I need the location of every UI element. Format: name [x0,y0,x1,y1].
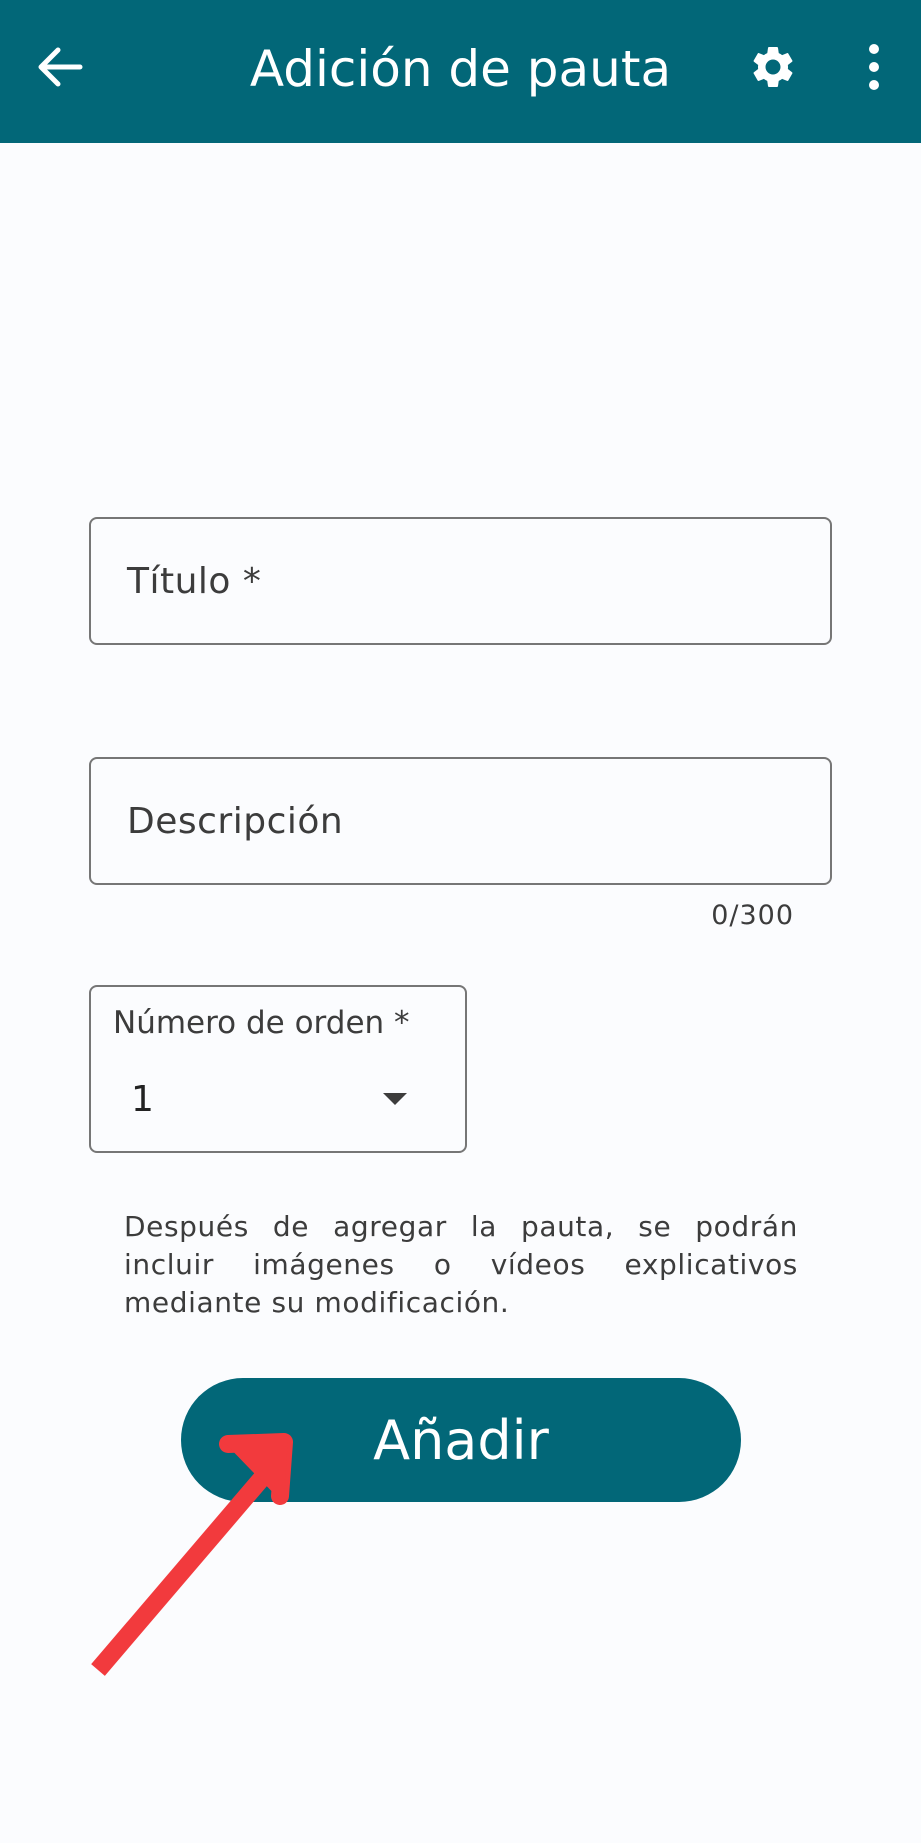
order-number-label: Número de orden * [113,1005,410,1041]
settings-button[interactable] [748,42,798,92]
description-field-label: Descripción [127,800,344,842]
submit-button[interactable]: Añadir [181,1378,741,1502]
order-number-value: 1 [131,1079,154,1120]
dropdown-caret-icon [383,1093,407,1105]
info-hint-text: Después de agregar la pauta, se podrán i… [124,1210,798,1319]
description-field[interactable]: Descripción [89,757,832,885]
more-options-button[interactable] [862,42,886,92]
gear-icon [753,46,793,87]
more-vert-icon [869,44,879,90]
order-number-select[interactable]: Número de orden * 1 [89,985,467,1153]
description-char-counter: 0/300 [711,900,794,931]
title-field[interactable]: Título * [89,517,832,645]
app-bar: Adición de pauta [0,0,921,143]
title-field-label: Título * [127,560,262,602]
